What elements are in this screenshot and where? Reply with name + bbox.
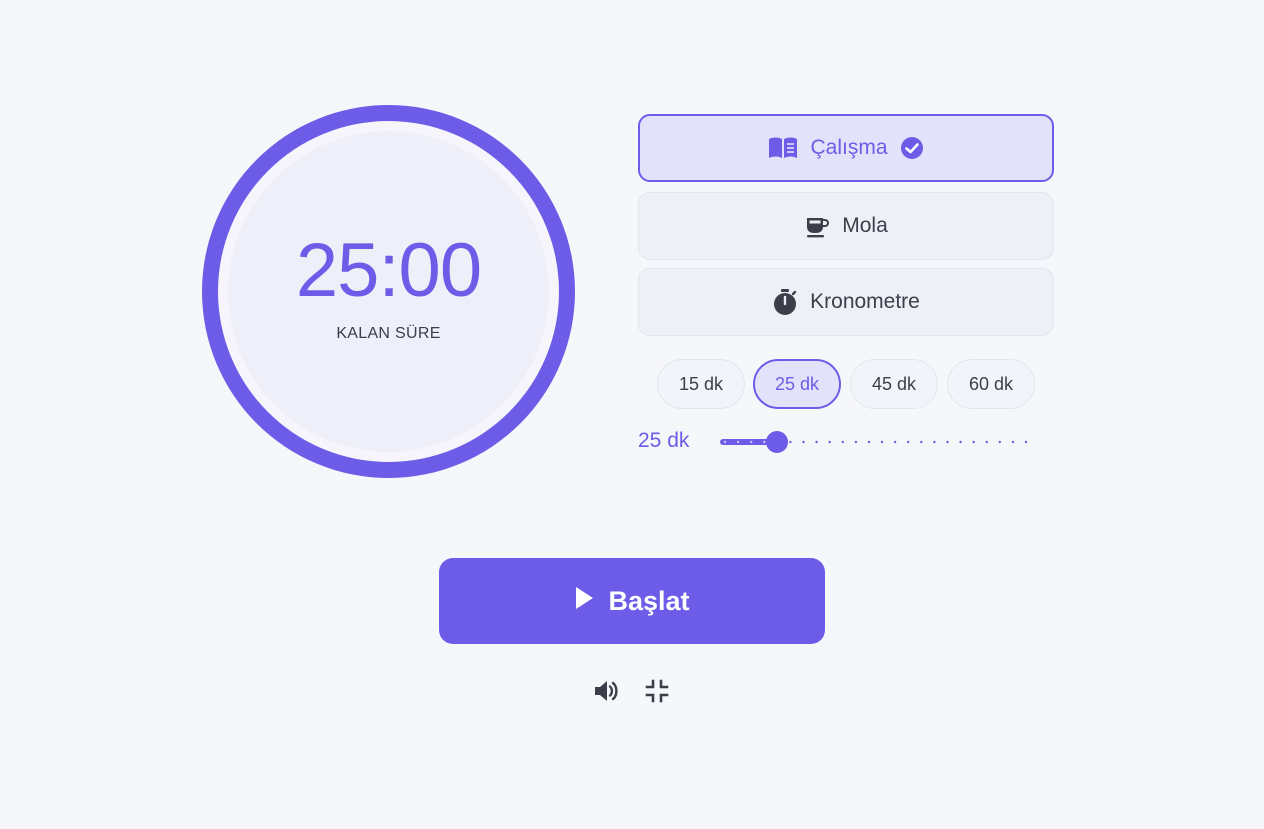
slider-tick xyxy=(880,440,884,444)
timer-time: 25:00 xyxy=(295,228,482,313)
play-icon xyxy=(574,586,594,617)
volume-toggle-button[interactable] xyxy=(590,677,622,709)
duration-slider[interactable] xyxy=(720,430,1030,454)
slider-tick xyxy=(815,440,818,444)
slider-tick xyxy=(1024,440,1028,444)
preset-25-min[interactable]: 25 dk xyxy=(753,359,841,409)
exit-fullscreen-button[interactable] xyxy=(641,677,673,709)
mode-label-work: Çalışma xyxy=(810,136,888,159)
preset-45-min[interactable]: 45 dk xyxy=(850,359,938,409)
slider-tick xyxy=(972,440,975,444)
slider-tick xyxy=(920,440,923,444)
mode-button-break[interactable]: Mola xyxy=(638,192,1054,260)
slider-tick xyxy=(867,440,871,444)
slider-tick xyxy=(789,440,792,444)
book-open-icon xyxy=(768,136,798,160)
slider-tick xyxy=(946,440,949,444)
slider-tick xyxy=(723,440,727,444)
slider-tick xyxy=(1011,440,1015,444)
stopwatch-icon xyxy=(772,288,798,316)
timer-ring: 25:00 KALAN SÜRE xyxy=(202,105,575,478)
fullscreen-exit-icon xyxy=(645,679,669,708)
slider-tick xyxy=(854,440,858,444)
slider-tick xyxy=(907,440,910,444)
slider-thumb xyxy=(766,431,788,453)
slider-tick xyxy=(763,440,766,444)
mode-button-work[interactable]: Çalışma xyxy=(638,114,1054,182)
preset-15-min[interactable]: 15 dk xyxy=(657,359,745,409)
slider-tick xyxy=(841,440,844,444)
check-circle-icon xyxy=(900,136,924,160)
slider-tick xyxy=(750,440,753,444)
mode-label-stopwatch: Kronometre xyxy=(810,290,920,313)
slider-tick xyxy=(802,440,805,444)
start-button-label: Başlat xyxy=(608,585,690,616)
slider-tick xyxy=(736,440,740,444)
slider-tick xyxy=(959,440,962,444)
slider-tick xyxy=(893,440,897,444)
slider-tick xyxy=(998,440,1001,444)
mode-button-stopwatch[interactable]: Kronometre xyxy=(638,268,1054,336)
mode-label-break: Mola xyxy=(842,214,888,237)
slider-tick xyxy=(933,440,936,444)
timer-label: KALAN SÜRE xyxy=(336,325,441,342)
slider-tick xyxy=(985,440,988,444)
slider-value-label: 25 dk xyxy=(638,429,690,452)
volume-up-icon xyxy=(592,677,620,710)
slider-track xyxy=(720,431,1028,453)
start-button[interactable]: Başlat xyxy=(439,558,825,644)
coffee-cup-icon xyxy=(804,213,830,239)
slider-tick xyxy=(828,440,831,444)
preset-60-min[interactable]: 60 dk xyxy=(947,359,1035,409)
